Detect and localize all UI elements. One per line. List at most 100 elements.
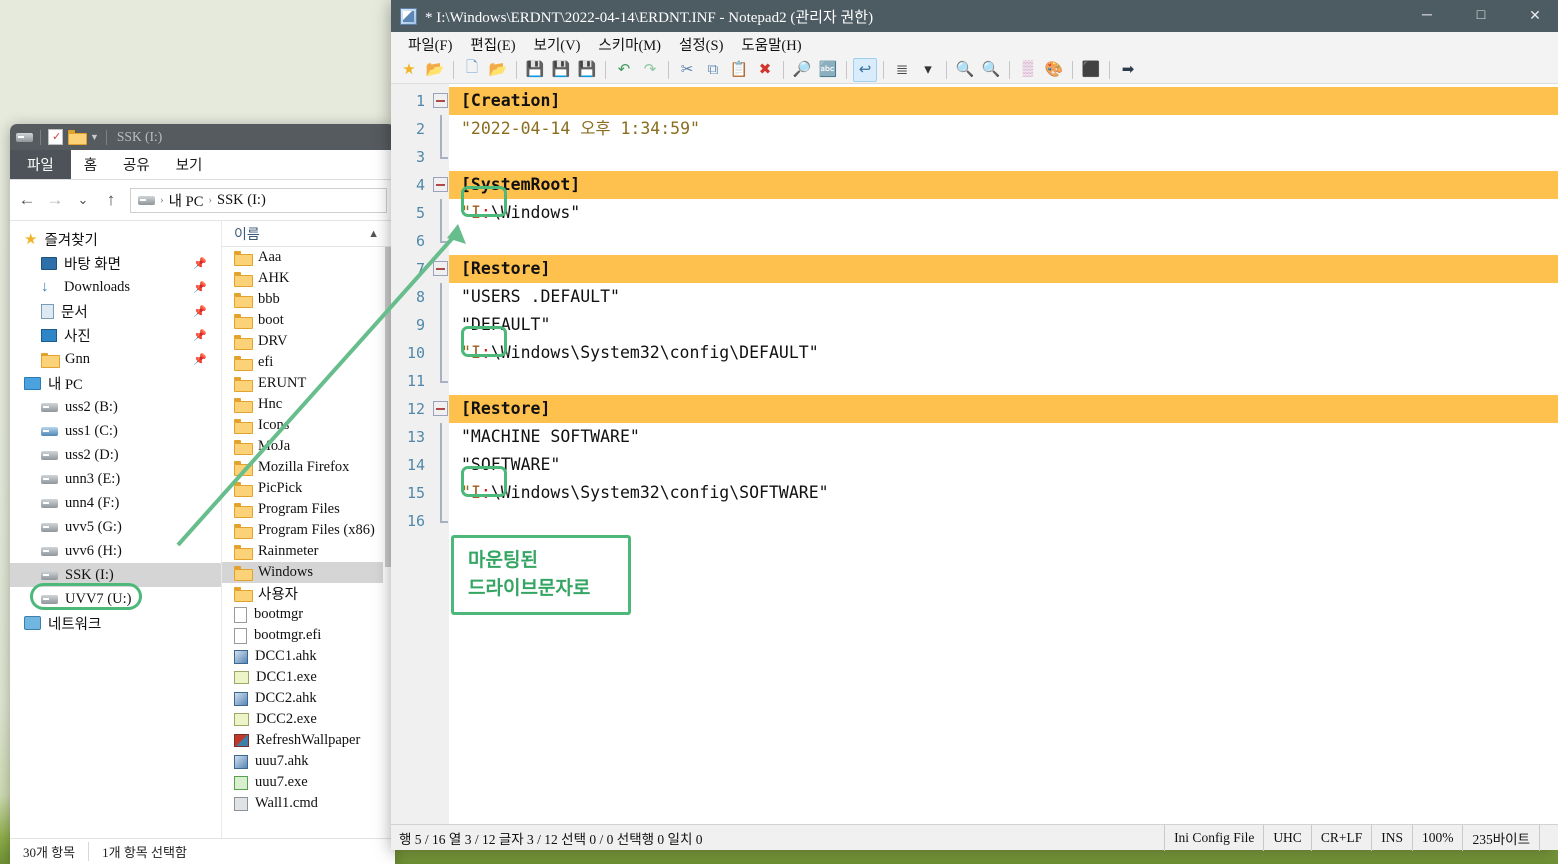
file-explorer-window[interactable]: ✓ ▼ SSK (I:) 파일 홈 공유 보기 ← → ⌄ ↑ › 내 PC ›… [10, 124, 395, 864]
line-numbers-icon[interactable]: ≣ [890, 58, 914, 82]
file-list-item[interactable]: efi [222, 352, 395, 373]
file-list-item[interactable]: Windows [222, 562, 395, 583]
insert-mode-label[interactable]: INS [1371, 824, 1412, 851]
pin-icon[interactable]: 📌 [193, 281, 207, 294]
file-list-item[interactable]: PicPick [222, 478, 395, 499]
navigation-pane[interactable]: ★ 즐겨찾기 바탕 화면 📌 ↓ Downloads 📌 문서 📌 사진 📌 Gnn 📌 내 PC uss2… [10, 221, 222, 838]
delete-icon[interactable]: ✖ [753, 58, 777, 82]
editor-line[interactable]: "USERS .DEFAULT" [449, 283, 1558, 311]
editor-line[interactable]: "I:\Windows\System32\config\DEFAULT" [449, 339, 1558, 367]
replace-icon[interactable]: 🔤 [816, 58, 840, 82]
tree-item-uvv6-h[interactable]: uvv6 (H:) [10, 539, 221, 563]
editor-line[interactable]: "I:\Windows\System32\config\SOFTWARE" [449, 479, 1558, 507]
undo-icon[interactable]: ↶ [612, 58, 636, 82]
explorer-title-bar[interactable]: ✓ ▼ SSK (I:) [10, 124, 395, 150]
new-file-icon[interactable]: 🗋 [460, 58, 484, 82]
file-list-item[interactable]: 사용자 [222, 583, 395, 604]
explorer-address-row[interactable]: ← → ⌄ ↑ › 내 PC › SSK (I:) [10, 180, 395, 220]
tree-item-unn4-f[interactable]: unn4 (F:) [10, 491, 221, 515]
code-folding-margin[interactable] [431, 84, 449, 824]
notepad2-menu-bar[interactable]: 파일(F) 편집(E) 보기(V) 스키마(M) 설정(S) 도움말(H) [391, 32, 1558, 56]
copy-icon[interactable]: ⧉ [701, 58, 725, 82]
notepad2-toolbar[interactable]: ★ 📂 🗋 📂 💾 💾 💾 ↶ ↷ ✂ ⧉ 📋 ✖ 🔎 🔤 ↩ ≣ ▾ 🔍 🔍 ▒ 🎨 ⬛ ➡ [391, 56, 1558, 84]
fold-toggle-icon[interactable] [431, 171, 449, 199]
tree-item-uss1-c[interactable]: uss1 (C:) [10, 419, 221, 443]
file-list-item[interactable]: RefreshWallpaper [222, 730, 395, 751]
fold-toggle-icon[interactable] [431, 255, 449, 283]
file-list-item[interactable]: bootmgr.efi [222, 625, 395, 646]
file-list-item[interactable]: DCC1.exe [222, 667, 395, 688]
file-list-item[interactable]: DCC2.exe [222, 709, 395, 730]
file-list-item[interactable]: ERUNT [222, 373, 395, 394]
chevron-down-icon[interactable]: ▾ [916, 58, 940, 82]
find-icon[interactable]: 🔎 [790, 58, 814, 82]
file-list-item[interactable]: Hnc [222, 394, 395, 415]
tree-item-downloads[interactable]: ↓ Downloads 📌 [10, 275, 221, 299]
properties-icon[interactable]: ✓ [48, 129, 63, 145]
column-header-name[interactable]: 이름 ▲ [222, 221, 395, 247]
fold-toggle-icon[interactable] [431, 395, 449, 423]
recent-locations-button[interactable]: ⌄ [74, 192, 92, 208]
file-type-label[interactable]: Ini Config File [1164, 824, 1263, 851]
notepad2-window[interactable]: * I:\Windows\ERDNT\2022-04-14\ERDNT.INF … [391, 0, 1558, 851]
pin-icon[interactable]: 📌 [193, 257, 207, 270]
maximize-button[interactable]: □ [1458, 0, 1504, 32]
zoom-out-icon[interactable]: 🔍 [979, 58, 1003, 82]
redo-icon[interactable]: ↷ [638, 58, 662, 82]
open-favorites-icon[interactable]: 📂 [423, 58, 447, 82]
word-wrap-icon[interactable]: ↩ [853, 57, 877, 82]
file-list-item[interactable]: bootmgr [222, 604, 395, 625]
file-list-item[interactable]: uuu7.ahk [222, 751, 395, 772]
tree-item-uss2-b[interactable]: uss2 (B:) [10, 395, 221, 419]
pin-icon[interactable]: 📌 [193, 329, 207, 342]
ribbon-tab-view[interactable]: 보기 [163, 150, 216, 179]
color-palette-icon[interactable]: 🎨 [1042, 58, 1066, 82]
tree-item-[interactable]: ★ 즐겨찾기 [10, 227, 221, 251]
tree-item-[interactable]: 문서 📌 [10, 299, 221, 323]
file-list-item[interactable]: MoJa [222, 436, 395, 457]
breadcrumb-ssk-drive[interactable]: SSK (I:) [217, 192, 266, 209]
file-list-item[interactable]: boot [222, 310, 395, 331]
open-file-icon[interactable]: 📂 [486, 58, 510, 82]
menu-help[interactable]: 도움말(H) [732, 34, 810, 55]
eol-label[interactable]: CR+LF [1310, 824, 1371, 851]
file-list-item[interactable]: Wall1.cmd [222, 793, 395, 814]
file-list-item[interactable]: DCC1.ahk [222, 646, 395, 667]
file-list-item[interactable]: bbb [222, 289, 395, 310]
cut-icon[interactable]: ✂ [675, 58, 699, 82]
editor-section-line[interactable]: [SystemRoot] [449, 171, 1558, 199]
menu-settings[interactable]: 설정(S) [670, 34, 732, 55]
file-list-item[interactable]: uuu7.exe [222, 772, 395, 793]
file-list-item[interactable]: Mozilla Firefox [222, 457, 395, 478]
ribbon-tab-home[interactable]: 홈 [71, 150, 110, 179]
file-list-item[interactable]: AHK [222, 268, 395, 289]
editor-line[interactable] [449, 507, 1558, 535]
ribbon-tab-file[interactable]: 파일 [10, 150, 71, 179]
breadcrumb-this-pc[interactable]: 내 PC [169, 190, 204, 211]
tree-item-[interactable]: 사진 📌 [10, 323, 221, 347]
zoom-level-label[interactable]: 100% [1411, 824, 1463, 851]
tree-item-gnn[interactable]: Gnn 📌 [10, 347, 221, 371]
tree-item-[interactable]: 네트워크 [10, 611, 221, 635]
file-list-item[interactable]: Aaa [222, 247, 395, 268]
editor-line[interactable]: "I:\Windows" [449, 199, 1558, 227]
address-bar[interactable]: › 내 PC › SSK (I:) [130, 187, 387, 213]
editor-section-line[interactable]: [Restore] [449, 395, 1558, 423]
pin-icon[interactable]: 📌 [193, 353, 207, 366]
tree-item-uss2-d[interactable]: uss2 (D:) [10, 443, 221, 467]
explorer-ribbon-tabs[interactable]: 파일 홈 공유 보기 [10, 150, 395, 180]
favorites-icon[interactable]: ★ [397, 58, 421, 82]
editor-line[interactable] [449, 143, 1558, 171]
save-copy-icon[interactable]: 💾 [575, 58, 599, 82]
menu-file[interactable]: 파일(F) [399, 34, 461, 55]
file-list-item[interactable]: Rainmeter [222, 541, 395, 562]
tree-item-pc[interactable]: 내 PC [10, 371, 221, 395]
editor-area[interactable]: 1 2 3 4 5 6 7 8 9 10 11 12 13 14 15 16 [Creation] "2022-… [391, 84, 1558, 824]
save-icon[interactable]: 💾 [523, 58, 547, 82]
editor-line[interactable]: "SOFTWARE" [449, 451, 1558, 479]
menu-view[interactable]: 보기(V) [525, 34, 590, 55]
tree-item-[interactable]: 바탕 화면 📌 [10, 251, 221, 275]
tree-item-uvv5-g[interactable]: uvv5 (G:) [10, 515, 221, 539]
customize-chevron-icon[interactable]: ▼ [90, 132, 99, 142]
editor-section-line[interactable]: [Creation] [449, 87, 1558, 115]
